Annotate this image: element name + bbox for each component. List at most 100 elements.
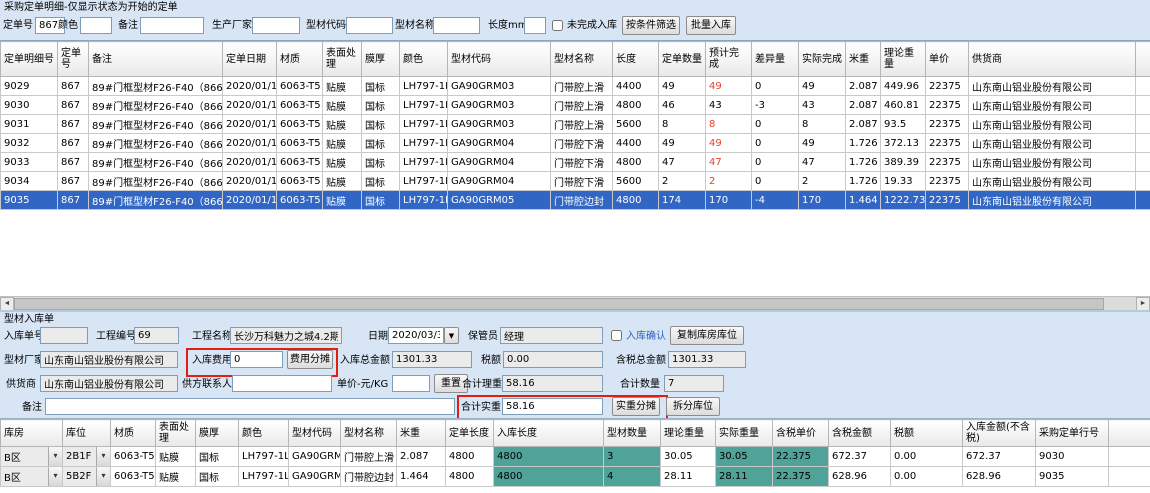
column-header[interactable]: 定单长度: [446, 420, 494, 447]
column-header[interactable]: 定单号: [58, 42, 89, 77]
column-header[interactable]: 实际重量: [716, 420, 773, 447]
cell[interactable]: 6063-T5: [277, 96, 323, 115]
cell[interactable]: 8: [706, 115, 752, 134]
cell[interactable]: 9035: [1, 191, 58, 210]
cell[interactable]: 49: [799, 77, 846, 96]
cell[interactable]: 4: [604, 467, 661, 487]
cell[interactable]: 1222.73: [881, 191, 926, 210]
cell[interactable]: 贴膜: [323, 77, 362, 96]
inbound-confirm-checkbox[interactable]: [611, 330, 622, 341]
column-header[interactable]: 型材名称: [551, 42, 613, 77]
cell[interactable]: 49: [659, 134, 706, 153]
column-header[interactable]: 米重: [397, 420, 446, 447]
column-header[interactable]: 表面处理: [323, 42, 362, 77]
manufacturer-input[interactable]: [252, 17, 300, 34]
cell[interactable]: 2020/01/13: [223, 153, 277, 172]
cell[interactable]: 贴膜: [323, 115, 362, 134]
column-header[interactable]: 米重: [846, 42, 881, 77]
copy-warehouse-location-button[interactable]: 复制库房库位: [670, 326, 744, 345]
scroll-right-icon[interactable]: ►: [1136, 297, 1150, 311]
cell[interactable]: 867: [58, 153, 89, 172]
column-header[interactable]: 长度: [613, 42, 659, 77]
cell[interactable]: [1136, 191, 1150, 210]
table-row[interactable]: 903286789#门框型材F26-F40（866+867）2020/01/13…: [1, 134, 1150, 153]
column-header[interactable]: 库房: [1, 420, 63, 447]
cell[interactable]: 47: [706, 153, 752, 172]
cell[interactable]: 国标: [196, 447, 239, 467]
cell[interactable]: 9033: [1, 153, 58, 172]
cell[interactable]: 9032: [1, 134, 58, 153]
cell[interactable]: LH797-1LL0: [239, 467, 289, 487]
dropdown-arrow-icon[interactable]: ▾: [48, 467, 62, 486]
cell[interactable]: 国标: [362, 96, 400, 115]
cell[interactable]: 贴膜: [323, 172, 362, 191]
cell[interactable]: 89#门框型材F26-F40（866+867）: [89, 96, 223, 115]
cell[interactable]: 22375: [926, 77, 969, 96]
cell[interactable]: 174: [659, 191, 706, 210]
cell[interactable]: 3: [604, 447, 661, 467]
cell[interactable]: 国标: [196, 467, 239, 487]
project-name-field[interactable]: [230, 327, 342, 344]
table-row[interactable]: 903186789#门框型材F26-F40（866+867）2020/01/13…: [1, 115, 1150, 134]
cell[interactable]: 2020/01/13: [223, 96, 277, 115]
inbound-fee-input[interactable]: [230, 351, 283, 368]
cell[interactable]: [1136, 134, 1150, 153]
cell[interactable]: 22375: [926, 134, 969, 153]
column-header[interactable]: 供货商: [969, 42, 1136, 77]
cell[interactable]: 867: [58, 191, 89, 210]
batch-inbound-button[interactable]: 批量入库: [686, 16, 736, 35]
cell[interactable]: 47: [659, 153, 706, 172]
column-header[interactable]: [1109, 420, 1150, 447]
cell[interactable]: 43: [706, 96, 752, 115]
cell[interactable]: 89#门框型材F26-F40（866+867）: [89, 191, 223, 210]
cell[interactable]: [1136, 96, 1150, 115]
cell[interactable]: 贴膜: [323, 153, 362, 172]
cell[interactable]: GA90GRM04: [448, 153, 551, 172]
column-header[interactable]: 含税金额: [829, 420, 891, 447]
cell[interactable]: GA90GRM04: [448, 172, 551, 191]
cell[interactable]: 2.087: [846, 115, 881, 134]
cell[interactable]: 2B1F▾: [63, 447, 111, 467]
cell[interactable]: 4800: [613, 191, 659, 210]
column-header[interactable]: 单价: [926, 42, 969, 77]
cell[interactable]: LH797-1LL0: [400, 191, 448, 210]
cell[interactable]: 867: [58, 134, 89, 153]
cell[interactable]: 5600: [613, 172, 659, 191]
cell[interactable]: 贴膜: [323, 191, 362, 210]
cell[interactable]: 49: [799, 134, 846, 153]
cell[interactable]: 6063-T5: [277, 172, 323, 191]
cell[interactable]: LH797-1LL0: [400, 96, 448, 115]
cell[interactable]: 372.13: [881, 134, 926, 153]
cell[interactable]: 国标: [362, 77, 400, 96]
cell[interactable]: LH797-1LL0: [400, 115, 448, 134]
cell[interactable]: 国标: [362, 134, 400, 153]
cell[interactable]: 山东南山铝业股份有限公司: [969, 77, 1136, 96]
cell[interactable]: 867: [58, 77, 89, 96]
cell[interactable]: 国标: [362, 191, 400, 210]
cell[interactable]: 山东南山铝业股份有限公司: [969, 172, 1136, 191]
cell[interactable]: LH797-1LL0: [400, 134, 448, 153]
inbound-total-field[interactable]: [392, 351, 472, 368]
total-quantity-field[interactable]: [664, 375, 724, 392]
cell[interactable]: 89#门框型材F26-F40（866+867）: [89, 153, 223, 172]
cell[interactable]: 2.087: [397, 447, 446, 467]
cell[interactable]: 1.726: [846, 153, 881, 172]
cell[interactable]: 1.464: [846, 191, 881, 210]
cell[interactable]: 1.464: [397, 467, 446, 487]
column-header[interactable]: 定单数量: [659, 42, 706, 77]
column-header[interactable]: 型材数量: [604, 420, 661, 447]
cell[interactable]: 9030: [1036, 447, 1109, 467]
length-input[interactable]: [524, 17, 546, 34]
cell[interactable]: 672.37: [963, 447, 1036, 467]
cell[interactable]: 9034: [1, 172, 58, 191]
cell[interactable]: 6063-T5: [277, 77, 323, 96]
table-row[interactable]: 903586789#门框型材F26-F40（866+867）2020/01/13…: [1, 191, 1150, 210]
cell[interactable]: GA90GRM03: [448, 96, 551, 115]
cell[interactable]: 山东南山铝业股份有限公司: [969, 153, 1136, 172]
column-header[interactable]: 材质: [277, 42, 323, 77]
cell[interactable]: 门带腔下滑: [551, 153, 613, 172]
cell[interactable]: 89#门框型材F26-F40（866+867）: [89, 115, 223, 134]
unit-price-input[interactable]: [392, 375, 430, 392]
cell[interactable]: GA90GRM03: [448, 77, 551, 96]
column-header[interactable]: 含税单价: [773, 420, 829, 447]
